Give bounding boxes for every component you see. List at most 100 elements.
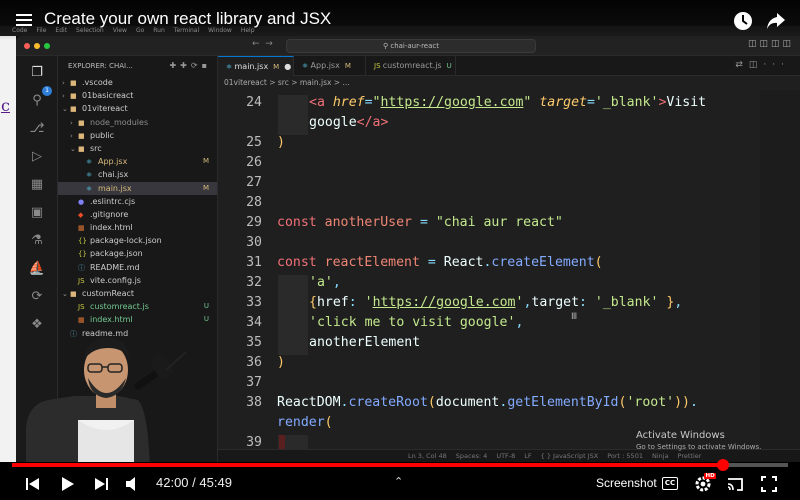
file-tree-row[interactable]: JS customreact.js U bbox=[58, 300, 217, 313]
screenshot-button[interactable]: Screenshot bbox=[596, 476, 657, 490]
command-center-label: chai-aur-react bbox=[390, 42, 439, 50]
line-number: 31 bbox=[246, 255, 262, 270]
cast-icon[interactable] bbox=[726, 475, 744, 493]
docker-icon[interactable]: ⛵ bbox=[28, 260, 46, 278]
editor-tab[interactable]: JS customreact.js U bbox=[366, 56, 456, 76]
file-tree-row[interactable]: ● .eslintrc.cjs bbox=[58, 195, 217, 208]
file-tree-label: README.md bbox=[90, 262, 140, 272]
file-tree-label: index.html bbox=[90, 223, 133, 233]
explorer-toolbar-icons[interactable]: ✚✚⟳▪ bbox=[169, 56, 211, 76]
code-text: const anotherUser = "chai aur react" bbox=[277, 215, 563, 230]
next-icon[interactable] bbox=[92, 475, 110, 493]
nav-arrows[interactable]: ← → bbox=[252, 39, 273, 49]
video-title[interactable]: Create your own react library and JSX bbox=[44, 9, 331, 29]
file-tree-label: chai.jsx bbox=[98, 170, 129, 180]
file-tree-row[interactable]: ▦ index.html bbox=[58, 221, 217, 234]
text-cursor bbox=[279, 435, 285, 449]
search-icon[interactable]: ⚲ bbox=[28, 92, 46, 110]
code-token: href bbox=[332, 95, 365, 110]
code-token: '_blank' bbox=[594, 95, 659, 110]
editor-actions-icons[interactable]: ⇄◫··· bbox=[735, 60, 790, 70]
source-control-icon[interactable]: ⎇ bbox=[28, 120, 46, 138]
watch-later-icon[interactable] bbox=[733, 11, 753, 31]
file-tree-row[interactable]: ⌄ ■ 01vitereact bbox=[58, 102, 217, 115]
status-bar-item[interactable]: Spaces: 4 bbox=[456, 452, 488, 460]
minimize-window-dot[interactable] bbox=[34, 43, 40, 49]
line-number: 27 bbox=[246, 175, 262, 190]
file-tree: › ■ .vscode › ■ 01basicreact ⌄ ■ 01vitereact › ■ no… bbox=[58, 76, 217, 340]
hd-badge: HD bbox=[704, 473, 717, 479]
live-share-icon[interactable]: ⟳ bbox=[28, 288, 46, 306]
line-number: 26 bbox=[246, 155, 262, 170]
file-tree-row[interactable]: › ■ .vscode bbox=[58, 76, 217, 89]
status-bar-item[interactable]: LF bbox=[524, 452, 531, 460]
indent-guide bbox=[278, 295, 308, 315]
file-tree-row[interactable]: › ■ public bbox=[58, 129, 217, 142]
line-number: 33 bbox=[246, 295, 262, 310]
play-icon[interactable] bbox=[58, 475, 76, 493]
editor-tab-bar: ⇄◫··· ⚛ main.jsx M ● ⚛ App.jsx M JS customrea… bbox=[218, 56, 800, 76]
file-tree-row[interactable]: ▦ index.html U bbox=[58, 313, 217, 326]
explorer-icon[interactable]: ❐ bbox=[28, 64, 46, 82]
file-tree-row[interactable]: JS vite.config.js bbox=[58, 274, 217, 287]
file-tree-row[interactable]: ◆ .gitignore bbox=[58, 208, 217, 221]
close-window-dot[interactable] bbox=[24, 43, 30, 49]
file-tree-row[interactable]: › ■ 01basicreact bbox=[58, 89, 217, 102]
status-bar-item[interactable]: Ln 3, Col 48 bbox=[408, 452, 447, 460]
playlist-menu-icon[interactable] bbox=[16, 12, 32, 28]
code-text: ReactDOM.createRoot(document.getElementB… bbox=[277, 395, 698, 410]
react-file-icon: ⚛ bbox=[226, 63, 235, 71]
minimap[interactable] bbox=[760, 90, 800, 449]
file-tree-row[interactable]: ⚛ App.jsx M bbox=[58, 155, 217, 168]
unsaved-dot-icon[interactable]: ● bbox=[284, 62, 291, 71]
code-text: render( bbox=[277, 415, 333, 430]
line-number: 35 bbox=[246, 335, 262, 350]
editor-tab[interactable]: ⚛ main.jsx M ● bbox=[218, 56, 294, 76]
file-tree-row[interactable]: ⌄ ■ customReact bbox=[58, 287, 217, 300]
chevron-up-icon[interactable]: ⌃ bbox=[394, 475, 403, 488]
progress-bar[interactable] bbox=[12, 459, 788, 471]
volume-icon[interactable] bbox=[124, 475, 142, 493]
file-tree-row[interactable]: {} package.json bbox=[58, 247, 217, 260]
indent-guide bbox=[278, 115, 308, 135]
fullscreen-icon[interactable] bbox=[760, 475, 778, 493]
video-frame[interactable]: c CodeFileEditSelectionViewGoRunTerminal… bbox=[0, 0, 800, 468]
file-tree-row[interactable]: ⚛ main.jsx M bbox=[58, 181, 217, 195]
testing-icon[interactable]: ⚗ bbox=[28, 232, 46, 250]
remote-explorer-icon[interactable]: ▣ bbox=[28, 204, 46, 222]
file-tree-label: src bbox=[90, 143, 102, 153]
time-readout: 42:00 / 45:49 bbox=[156, 475, 232, 490]
file-tree-row[interactable]: ⌄ ■ src bbox=[58, 142, 217, 155]
status-bar-item[interactable]: UTF-8 bbox=[496, 452, 515, 460]
extensions-icon[interactable]: ▦ bbox=[28, 176, 46, 194]
file-tree-row[interactable]: ⓘ README.md bbox=[58, 261, 217, 274]
git-status-badge: M bbox=[202, 183, 209, 192]
code-token: reactElement bbox=[324, 255, 420, 270]
command-center-search[interactable]: ⚲ chai-aur-react bbox=[286, 39, 536, 53]
previous-icon[interactable] bbox=[24, 475, 42, 493]
editor-tab[interactable]: ⚛ App.jsx M bbox=[294, 56, 366, 76]
line-number: 28 bbox=[246, 195, 262, 210]
file-tree-label: .gitignore bbox=[90, 209, 129, 219]
zoom-window-dot[interactable] bbox=[44, 43, 50, 49]
status-bar-item[interactable]: Ninja bbox=[652, 452, 669, 460]
captions-button[interactable]: CC bbox=[662, 477, 678, 490]
code-editor[interactable]: Ⅲ 24 <a href="https://google.com" target=… bbox=[218, 90, 800, 449]
code-token: 'root' bbox=[626, 395, 675, 410]
breadcrumb[interactable]: 01vitereact > src > main.jsx > ... bbox=[218, 76, 800, 90]
indent-guide bbox=[278, 95, 308, 115]
file-tree-row[interactable]: › ■ node_modules bbox=[58, 116, 217, 129]
file-tree-row[interactable]: ⚛ chai.jsx bbox=[58, 168, 217, 181]
file-tree-row[interactable]: {} package-lock.json bbox=[58, 234, 217, 247]
run-debug-icon[interactable]: ▷ bbox=[28, 148, 46, 166]
code-token: )) bbox=[674, 395, 690, 410]
status-bar-item[interactable]: Prettier bbox=[678, 452, 702, 460]
code-token: = bbox=[364, 95, 373, 110]
code-token: anotherElement bbox=[309, 335, 421, 350]
status-bar-item[interactable]: { } JavaScript JSX bbox=[541, 452, 599, 460]
code-token: = bbox=[427, 255, 436, 270]
scrubber-handle[interactable] bbox=[716, 459, 729, 471]
share-icon[interactable] bbox=[766, 12, 786, 30]
layout-icons[interactable]: ◫◫◫◫ bbox=[748, 39, 794, 49]
status-bar-item[interactable]: Port : 5501 bbox=[607, 452, 643, 460]
